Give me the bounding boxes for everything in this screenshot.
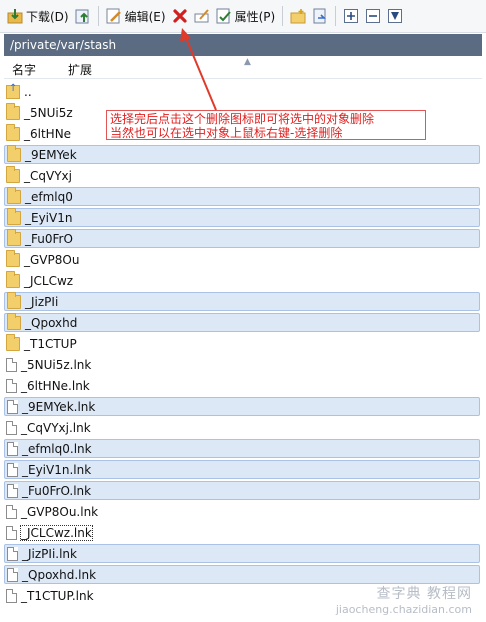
watermark: 查字典 教程网 jiaocheng.chazidian.com — [336, 583, 472, 616]
watermark-line-1: 查字典 教程网 — [376, 586, 472, 602]
watermark-line-2: jiaocheng.chazidian.com — [335, 603, 472, 616]
annotation-arrow — [180, 28, 217, 111]
